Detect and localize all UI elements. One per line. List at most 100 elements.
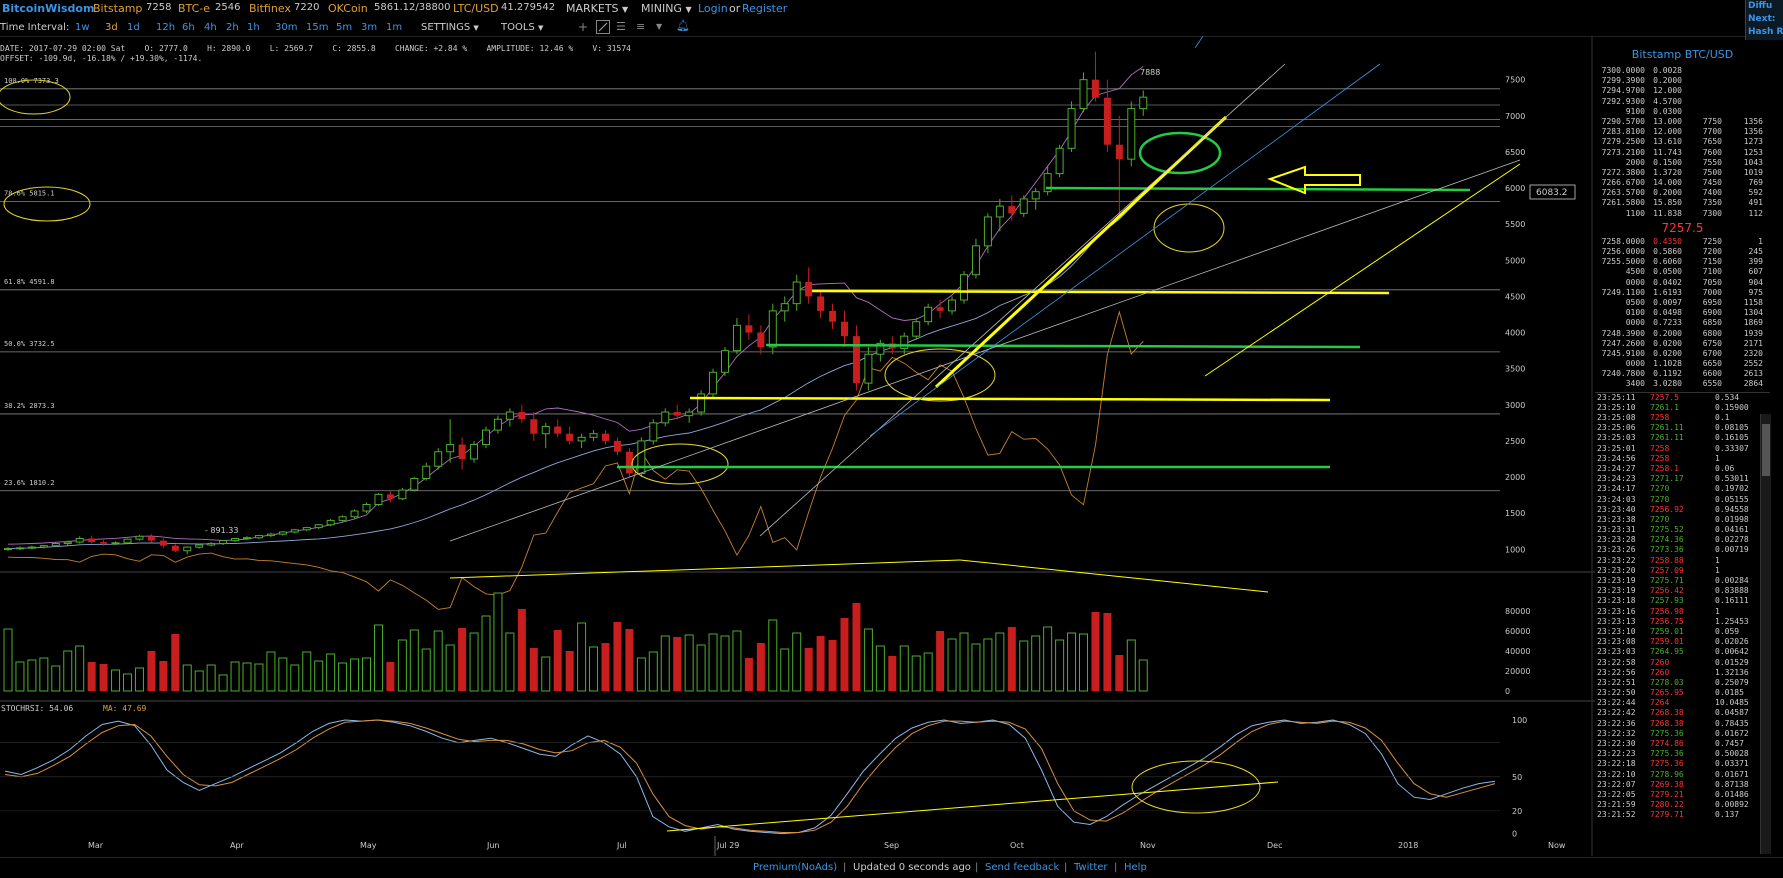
orderbook-cell: 7256.0000 — [1601, 247, 1645, 256]
interval-1h[interactable]: 1h — [247, 22, 260, 33]
crosshair-icon[interactable]: + — [578, 20, 588, 34]
candle-body-up — [589, 433, 598, 438]
trade-time: 23:22:30 — [1597, 739, 1636, 748]
help-link[interactable]: Help — [1124, 862, 1147, 873]
orderbook-row: 7263.5700 0.2000 7400 592 — [1595, 188, 1770, 198]
premium-link[interactable]: Premium(NoAds) — [753, 862, 837, 873]
orderbook-cell: 0.2000 — [1653, 328, 1682, 338]
login-link[interactable]: Login — [698, 2, 728, 15]
trade-amount: 0.01672 — [1715, 728, 1749, 738]
trade-price: 7259.01 — [1650, 626, 1684, 636]
candle-body-up — [505, 411, 514, 420]
interval-2h[interactable]: 2h — [226, 22, 239, 33]
volume-bar-up — [923, 652, 933, 692]
trade-price: 7270 — [1650, 514, 1670, 524]
trade-time: 23:22:18 — [1597, 759, 1636, 769]
ticker-okcoin-name[interactable]: OKCoin — [328, 2, 368, 15]
chart-toolbar: Time Interval: 1w 3d 1d 12h 6h 4h 2h 1h … — [0, 18, 1745, 37]
trade-time: 23:22:23 — [1597, 749, 1636, 759]
orderbook-cell: 7100 — [1702, 267, 1722, 277]
register-link[interactable]: Register — [742, 2, 787, 15]
volume-tick: 60000 — [1505, 627, 1530, 636]
interval-1w[interactable]: 1w — [75, 22, 90, 33]
trendline-tool-icon[interactable] — [596, 20, 610, 34]
interval-1d[interactable]: 1d — [127, 22, 140, 33]
tool-dropdown-icon[interactable]: ▼ — [656, 22, 662, 31]
interval-5m[interactable]: 5m — [336, 22, 352, 33]
settings-label: SETTINGS — [421, 22, 471, 33]
horizontal-lines-icon[interactable]: ☰ — [616, 20, 626, 33]
alert-bell-icon[interactable]: 🔔︎ — [676, 19, 690, 32]
volume-bar-up — [863, 628, 873, 692]
interval-12h[interactable]: 12h — [156, 22, 175, 33]
trade-time: 23:24:23 — [1597, 474, 1636, 484]
interval-6h[interactable]: 6h — [182, 22, 195, 33]
candle-body-up — [1019, 198, 1028, 214]
volume-bar-down — [852, 603, 861, 691]
orderbook-cell: 2000 — [1625, 157, 1645, 167]
price-chart[interactable]: 100.0% 7373.378.6% 5815.161.8% 4591.850.… — [0, 36, 1595, 856]
volume-tick: 40000 — [1505, 647, 1530, 656]
volume-bar-down — [458, 628, 467, 691]
interval-30m[interactable]: 30m — [275, 22, 297, 33]
interval-15m[interactable]: 15m — [306, 22, 328, 33]
candle-body-down — [852, 336, 860, 384]
ticker-bitstamp-name[interactable]: Bitstamp — [93, 2, 142, 15]
trade-time: 23:23:08 — [1597, 637, 1636, 647]
candle-body-down — [458, 444, 466, 459]
ticker-btce-name[interactable]: BTC-e — [178, 2, 210, 15]
trade-time: 23:24:17 — [1597, 484, 1636, 494]
trade-amount: 0.01671 — [1715, 769, 1749, 779]
time-tick: Jun — [486, 841, 500, 850]
trade-amount: 0.87138 — [1715, 779, 1749, 789]
candle-body-up — [51, 543, 60, 547]
trade-amount: 0.7457 — [1715, 739, 1744, 748]
volume-tick: 20000 — [1505, 667, 1530, 676]
trade-time: 23:22:05 — [1597, 789, 1636, 799]
twitter-link[interactable]: Twitter — [1074, 862, 1108, 873]
ticker-ltc-name[interactable]: LTC/USD — [453, 2, 499, 15]
orderbook-cell: 7300.0000 — [1601, 66, 1645, 75]
send-feedback-link[interactable]: Send feedback — [985, 862, 1059, 873]
markets-menu[interactable]: MARKETS ▼ — [566, 2, 628, 15]
trade-history-scrollbar[interactable] — [1760, 414, 1771, 854]
tools-menu[interactable]: TOOLS ▼ — [501, 22, 543, 33]
orderbook-cell: 904 — [1748, 277, 1763, 287]
fib-tool-icon[interactable]: ≡ — [636, 20, 645, 33]
interval-1m[interactable]: 1m — [386, 22, 402, 33]
interval-4h[interactable]: 4h — [204, 22, 217, 33]
next-label: Next: — [1748, 14, 1776, 24]
trade-row: 23:22:44 7264 10.0485 — [1595, 698, 1770, 708]
mining-menu[interactable]: MINING ▼ — [641, 2, 692, 15]
interval-3d[interactable]: 3d — [105, 22, 118, 33]
scrollbar-thumb[interactable] — [1762, 424, 1770, 476]
orderbook-row: 7258.0000 0.4350 7250 1 — [1595, 237, 1770, 247]
volume-bar-down — [159, 661, 168, 691]
markets-menu-label: MARKETS — [566, 2, 619, 15]
orderbook-row: 0000 0.7233 6850 1869 — [1595, 318, 1770, 328]
ticker-bitfinex-name[interactable]: Bitfinex — [249, 2, 291, 15]
fib-label: 23.6% 1810.2 — [4, 479, 55, 487]
trade-row: 23:23:18 7257.93 0.16111 — [1595, 596, 1770, 606]
volume-bar-up — [266, 651, 276, 692]
time-tick: May — [360, 841, 377, 850]
time-interval-label: Time Interval: — [0, 22, 70, 33]
trade-row: 23:22:50 7265.95 0.0185 — [1595, 688, 1770, 698]
interval-3m[interactable]: 3m — [361, 22, 377, 33]
trade-time: 23:23:10 — [1597, 626, 1636, 636]
trade-amount: 0.02278 — [1715, 535, 1749, 545]
brand-logo[interactable]: BitcoinWisdom — [2, 2, 94, 15]
orderbook-row: 7240.7800 0.1192 6600 2613 — [1595, 369, 1770, 379]
settings-menu[interactable]: SETTINGS ▼ — [421, 22, 479, 33]
candle-body-up — [637, 440, 646, 474]
price-tick: 7500 — [1505, 76, 1525, 85]
volume-bar-down — [553, 630, 562, 691]
orderbook-row: 7290.5700 13.000 7750 1356 — [1595, 117, 1770, 127]
orderbook-title[interactable]: Bitstamp BTC/USD — [1595, 44, 1770, 66]
time-tick: Oct — [1010, 841, 1024, 850]
orderbook-cell: 1939 — [1743, 328, 1763, 338]
trade-row: 23:22:56 7260 1.32136 — [1595, 668, 1770, 678]
trade-amount: 1 — [1715, 453, 1720, 463]
trade-amount: 0.15900 — [1715, 402, 1749, 412]
volume-bar-up — [1067, 632, 1077, 692]
